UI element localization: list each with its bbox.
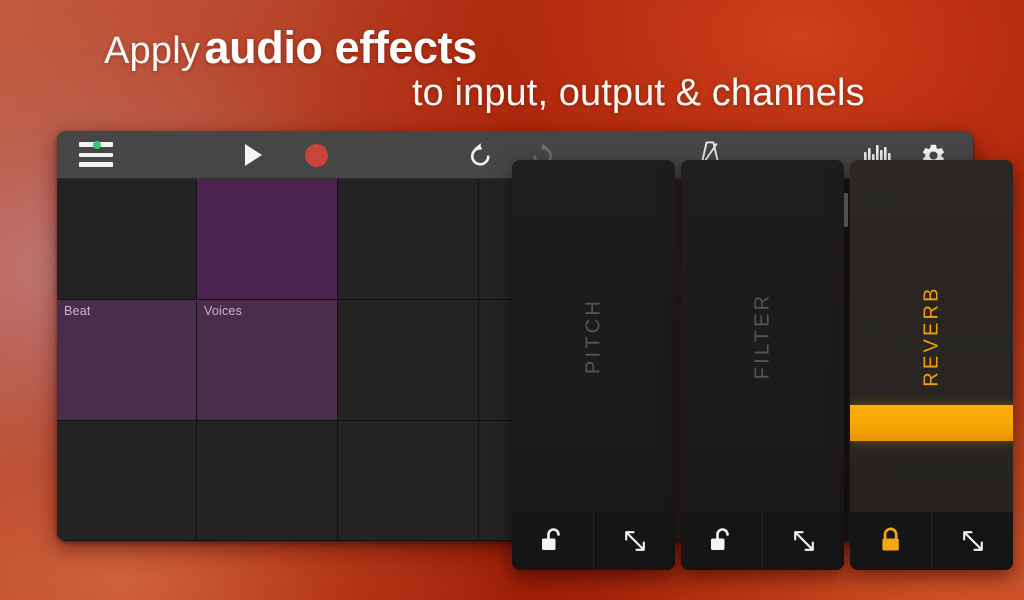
effect-panel-filter-footer <box>681 512 844 570</box>
loop-cell-label-beat: Beat <box>64 304 91 318</box>
hamburger-icon <box>79 141 113 168</box>
effect-panel-pitch-lock-button[interactable] <box>512 512 593 570</box>
undo-icon <box>471 143 490 166</box>
record-button[interactable] <box>285 131 347 179</box>
effect-panel-reverb-slider[interactable] <box>850 405 1013 441</box>
headline-apply-text: Apply <box>104 30 201 72</box>
effect-panel-filter-lock-button[interactable] <box>681 512 762 570</box>
effect-panel-pitch-body[interactable]: PITCH <box>512 160 675 512</box>
loop-cell-r0c1[interactable] <box>197 179 338 300</box>
effect-panel-reverb[interactable]: REVERB <box>850 160 1013 570</box>
loop-cell-r1c0[interactable]: Beat <box>57 300 197 421</box>
effect-panel-filter-title: FILTER <box>751 292 773 380</box>
record-icon <box>304 143 328 167</box>
play-icon <box>244 144 262 166</box>
effect-panel-reverb-lock-button[interactable] <box>850 512 931 570</box>
loop-waveform-ring-crosshair <box>57 300 58 301</box>
loop-cell-r0c0[interactable] <box>57 179 197 300</box>
lock-icon <box>881 527 899 551</box>
expand-icon <box>624 531 645 551</box>
loop-cell-r0c2[interactable] <box>338 179 479 300</box>
loop-cell-r1c2[interactable] <box>338 300 479 421</box>
effect-panel-pitch-expand-button[interactable] <box>593 512 675 570</box>
notification-dot-icon <box>93 141 101 149</box>
effect-panel-pitch[interactable]: PITCH <box>512 160 675 570</box>
effect-panel-reverb-footer <box>850 512 1013 570</box>
effect-panel-filter-body[interactable]: FILTER <box>681 160 844 512</box>
headline-line-1: Apply audio effects <box>104 22 477 74</box>
loop-cell-r2c0[interactable] <box>57 421 197 541</box>
play-button[interactable] <box>222 131 284 179</box>
effect-panel-reverb-body[interactable]: REVERB <box>850 160 1013 512</box>
unlock-icon <box>710 528 729 550</box>
unlock-icon <box>541 528 560 550</box>
effect-panel-pitch-title: PITCH <box>582 298 604 374</box>
menu-button[interactable] <box>65 131 127 179</box>
expand-icon <box>793 531 814 551</box>
expand-icon <box>962 531 983 551</box>
headline-audio-effects-text: audio effects <box>204 22 478 73</box>
effect-panel-reverb-expand-button[interactable] <box>931 512 1013 570</box>
loop-cell-r1c1[interactable]: Voices <box>197 300 338 421</box>
headline-line-2: to input, output & channels <box>412 72 865 115</box>
undo-button[interactable] <box>449 131 511 179</box>
loop-waveform-ring-sparse <box>197 179 198 180</box>
loop-cell-r2c2[interactable] <box>338 421 479 541</box>
headline-subtitle-text: to input, output & channels <box>412 72 865 114</box>
effect-panel-reverb-title: REVERB <box>920 285 942 387</box>
effect-panel-filter[interactable]: FILTER <box>681 160 844 570</box>
effect-panel-pitch-footer <box>512 512 675 570</box>
effect-panel-filter-expand-button[interactable] <box>762 512 844 570</box>
loop-cell-r2c1[interactable] <box>197 421 338 541</box>
loop-waveform-ring-dense <box>197 300 198 301</box>
loop-cell-label-voices: Voices <box>204 304 243 318</box>
